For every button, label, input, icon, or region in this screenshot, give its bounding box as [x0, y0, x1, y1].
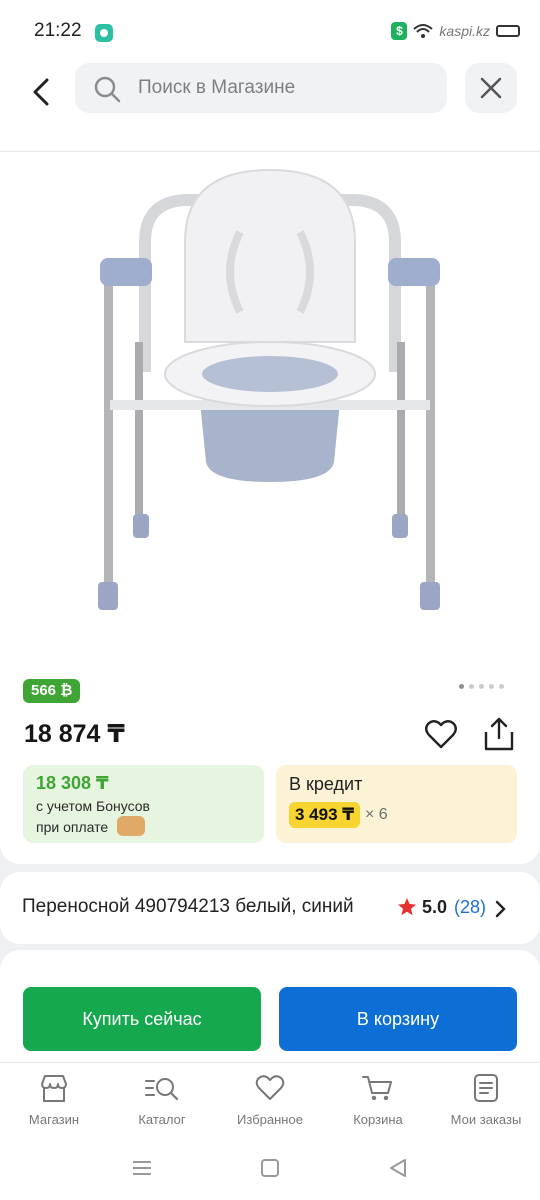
pagination-dot — [479, 684, 484, 689]
action-bar: Купить сейчас В корзину — [0, 975, 540, 1062]
search-icon — [94, 76, 121, 103]
bonus-price: 18 308 ₸ — [36, 773, 109, 793]
nav-cart-label: Корзина — [353, 1112, 403, 1127]
dollar-icon: $ — [391, 22, 408, 40]
search-placeholder: Поиск в Магазине — [138, 77, 296, 98]
back-button[interactable] — [22, 72, 62, 112]
nav-orders-label: Мои заказы — [450, 1112, 522, 1127]
notification-icon — [95, 24, 113, 42]
image-pagination — [459, 684, 504, 689]
cart-icon — [362, 1076, 392, 1101]
star-icon — [398, 898, 416, 916]
bottom-nav: Магазин Каталог Избранное Корзина Мои за… — [0, 1062, 540, 1142]
product-image[interactable] — [90, 162, 450, 652]
favorite-button[interactable] — [424, 718, 458, 752]
heart-icon — [255, 1075, 285, 1100]
close-button[interactable] — [465, 63, 517, 113]
watermark-text: kaspi.kz — [439, 23, 490, 39]
status-bar: 21:22 $ kaspi.kz — [0, 0, 540, 60]
status-time: 21:22 — [34, 20, 82, 41]
product-card: 566 ₿ 18 874 ₸ 18 308 ₸ с учетом Бонусов… — [0, 152, 540, 864]
recent-apps-icon[interactable] — [131, 1158, 153, 1178]
battery-icon — [496, 25, 520, 37]
add-to-cart-button[interactable]: В корзину — [279, 987, 517, 1051]
nav-shop[interactable]: Магазин — [4, 1073, 104, 1127]
nav-orders[interactable]: Мои заказы — [436, 1073, 536, 1127]
chevron-right-icon — [495, 900, 506, 918]
review-count[interactable]: (28) — [454, 897, 486, 918]
bonus-note: с учетом Бонусов — [36, 798, 150, 814]
product-title: Переносной 490794213 белый, синий — [22, 896, 354, 917]
system-nav-bar — [0, 1142, 540, 1200]
status-icons: $ kaspi.kz — [391, 22, 520, 40]
nav-shop-label: Магазин — [28, 1112, 80, 1127]
credit-box[interactable]: В кредит 3 493 ₸ × 6 — [276, 765, 517, 843]
credit-months: × 6 — [365, 806, 388, 823]
bonus-payment-note: при оплате — [36, 819, 109, 835]
heart-icon — [425, 720, 457, 749]
shop-icon — [41, 1075, 67, 1102]
bonus-price-box[interactable]: 18 308 ₸ с учетом Бонусов при оплате — [23, 765, 264, 843]
rating-value: 5.0 — [422, 897, 448, 917]
home-icon[interactable] — [260, 1158, 280, 1178]
catalog-search-icon — [145, 1078, 179, 1101]
system-back-icon[interactable] — [388, 1158, 408, 1178]
product-price: 18 874 ₸ — [24, 720, 125, 748]
buy-now-button[interactable]: Купить сейчас — [23, 987, 261, 1051]
pagination-dot — [489, 684, 494, 689]
share-icon — [484, 717, 514, 751]
pagination-dot — [459, 684, 464, 689]
back-arrow-icon — [33, 78, 49, 106]
credit-monthly-payment: 3 493 ₸ — [289, 802, 361, 828]
pagination-dot — [469, 684, 474, 689]
nav-favorites-label: Избранное — [237, 1112, 303, 1127]
credit-title: В кредит — [289, 774, 363, 794]
orders-icon — [474, 1074, 498, 1102]
nav-favorites[interactable]: Избранное — [220, 1073, 320, 1127]
bonus-badge: 566 ₿ — [23, 679, 81, 703]
nav-catalog[interactable]: Каталог — [112, 1073, 212, 1127]
close-icon — [480, 77, 502, 99]
nav-catalog-label: Каталог — [138, 1112, 186, 1127]
product-title-row[interactable]: Переносной 490794213 белый, синий 5.0 (2… — [0, 872, 540, 944]
top-bar: Поиск в Магазине — [0, 60, 540, 152]
wifi-icon — [413, 24, 434, 38]
nav-cart[interactable]: Корзина — [328, 1073, 428, 1127]
search-input[interactable]: Поиск в Магазине — [75, 63, 447, 113]
kaspi-pay-icon — [117, 816, 145, 836]
pagination-dot — [499, 684, 504, 689]
share-button[interactable] — [482, 716, 516, 752]
